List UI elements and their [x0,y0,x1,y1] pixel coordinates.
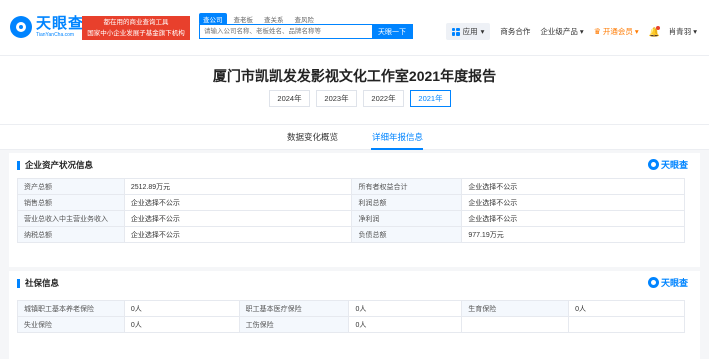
report-header: 厦门市凯凯发发影视文化工作室2021年度报告 2024年 2023年 2022年… [0,56,709,124]
brand-watermark: 天眼查 [647,276,688,289]
tab-detailed-report[interactable]: 详细年报信息 [372,131,423,143]
table-row: 城镇职工基本养老保险 0人 职工基本医疗保险 0人 生育保险 0人 [17,300,685,317]
section-title: 社保信息 [25,278,60,288]
section-marker [17,160,20,170]
app-grid-icon [451,27,460,36]
report-tabs: 数据变化概览 详细年报信息 [0,124,709,150]
section-title: 企业资产状况信息 [25,160,94,170]
app-menu[interactable]: 应用 ▾ [445,23,491,40]
year-button-2024[interactable]: 2024年 [269,90,310,107]
table-row: 纳税总额 企业选择不公示 负债总额 977.19万元 [17,226,685,243]
table-row: 销售总额 企业选择不公示 利润总额 企业选择不公示 [17,194,685,211]
logo-text: 天眼查 [36,15,85,32]
crown-icon: ♛ [593,27,601,36]
top-header: 天眼查 TianYanCha.com 都在用的商业查询工具 国家中小企业发展子基… [0,0,709,56]
slogan-banner: 都在用的商业查询工具 国家中小企业发展子基金旗下机构 [82,16,190,40]
bell-icon[interactable]: 🔔 [649,25,660,37]
year-button-2021[interactable]: 2021年 [410,90,451,107]
brand-watermark: 天眼查 [647,158,688,171]
logo-eye-icon [647,159,659,170]
search-button[interactable]: 天眼一下 [372,25,412,38]
top-nav: 应用 ▾ 商务合作 企业级产品 ▾ ♛ 开通会员 ▾ 🔔 肖青羽 ▾ [445,23,697,40]
table-row: 营业总收入中主营业务收入 企业选择不公示 净利润 企业选择不公示 [17,210,685,227]
search-box: 天眼一下 [199,24,413,39]
user-menu[interactable]: 肖青羽 ▾ [669,26,697,37]
chevron-down-icon: ▾ [480,27,485,36]
table-row: 失业保险 0人 工伤保险 0人 [17,316,685,333]
social-insurance-section: 社保信息 天眼查 城镇职工基本养老保险 0人 职工基本医疗保险 0人 生育保险 0人 … [9,271,700,359]
page-title: 厦门市凯凯发发影视文化工作室2021年度报告 [212,68,497,84]
section-marker [17,278,20,288]
year-selector: 2024年 2023年 2022年 2021年 [269,90,451,107]
notification-dot [655,25,660,30]
active-tab-indicator [371,148,423,150]
logo-eye-icon [647,277,659,288]
social-insurance-table: 城镇职工基本养老保险 0人 职工基本医疗保险 0人 生育保险 0人 失业保险 0人 工伤… [17,300,685,333]
nav-enterprise-products[interactable]: 企业级产品 ▾ [540,26,583,37]
year-button-2022[interactable]: 2022年 [363,90,404,107]
nav-business-cooperation[interactable]: 商务合作 [500,26,530,37]
site-logo[interactable]: 天眼查 TianYanCha.com [10,16,84,38]
logo-domain: TianYanCha.com [36,32,75,38]
tab-data-overview[interactable]: 数据变化概览 [287,131,338,143]
search-input[interactable] [200,25,372,38]
nav-open-vip[interactable]: ♛ 开通会员 ▾ [594,26,639,37]
logo-eye-icon [10,16,32,38]
assets-table: 资产总额 2512.89万元 所有者权益合计 企业选择不公示 销售总额 企业选择不公示… [17,178,685,243]
table-row: 资产总额 2512.89万元 所有者权益合计 企业选择不公示 [17,178,685,195]
year-button-2023[interactable]: 2023年 [316,90,357,107]
assets-section: 企业资产状况信息 天眼查 资产总额 2512.89万元 所有者权益合计 企业选择不公… [9,153,700,267]
